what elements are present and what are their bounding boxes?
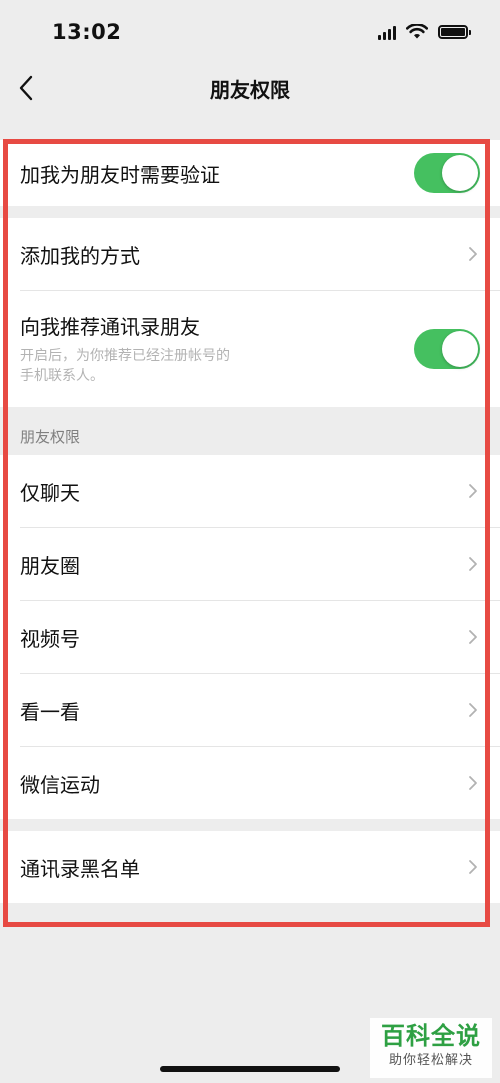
chevron-right-icon: [469, 703, 477, 717]
watermark-logo: 百科全说 助你轻松解决: [370, 1018, 492, 1078]
blacklist-group: 通讯录黑名单: [0, 831, 500, 903]
permission-item-channels[interactable]: 视频号: [0, 601, 500, 673]
add-methods-row[interactable]: 添加我的方式: [0, 218, 500, 290]
status-icons: [378, 24, 471, 40]
require-verification-label: 加我为朋友时需要验证: [20, 162, 220, 187]
chevron-right-icon: [469, 630, 477, 644]
recommend-contacts-label: 向我推荐通讯录朋友: [20, 315, 200, 339]
permission-item-label: 仅聊天: [20, 480, 80, 505]
add-methods-label: 添加我的方式: [20, 243, 140, 268]
permission-item-chat-only[interactable]: 仅聊天: [0, 455, 500, 527]
permission-item-moments[interactable]: 朋友圈: [0, 528, 500, 600]
home-indicator[interactable]: [160, 1066, 340, 1072]
recommend-contacts-description: 开启后，为你推荐已经注册帐号的 手机联系人。: [20, 348, 230, 384]
permission-item-label: 微信运动: [20, 772, 100, 797]
permissions-group: 仅聊天 朋友圈 视频号 看一看 微信运动: [0, 455, 500, 819]
chevron-right-icon: [469, 247, 477, 261]
recommend-contacts-toggle[interactable]: [414, 329, 480, 369]
navigation-bar: 朋友权限: [0, 66, 500, 112]
battery-icon: [438, 25, 471, 39]
watermark-title: 百科全说: [381, 1022, 481, 1050]
permission-item-label: 视频号: [20, 626, 80, 651]
cellular-signal-icon: [378, 25, 396, 40]
require-verification-row: 加我为朋友时需要验证: [0, 140, 500, 206]
permission-item-label: 看一看: [20, 699, 80, 724]
permission-item-top-stories[interactable]: 看一看: [0, 674, 500, 746]
chevron-right-icon: [469, 860, 477, 874]
section-gap: [0, 206, 500, 218]
blacklist-row[interactable]: 通讯录黑名单: [0, 831, 500, 903]
watermark-subtitle: 助你轻松解决: [388, 1053, 473, 1068]
permissions-section-title: 朋友权限: [20, 428, 81, 446]
recommend-contacts-row: 向我推荐通讯录朋友 开启后，为你推荐已经注册帐号的 手机联系人。: [0, 291, 500, 407]
section-gap: [0, 819, 500, 831]
permission-item-label: 朋友圈: [20, 553, 80, 578]
permission-item-werun[interactable]: 微信运动: [0, 747, 500, 819]
status-bar: 13:02: [0, 0, 500, 66]
status-time: 13:02: [52, 20, 122, 44]
wifi-icon: [406, 24, 428, 39]
require-verification-toggle[interactable]: [414, 153, 480, 193]
chevron-right-icon: [469, 776, 477, 790]
verify-group: 加我为朋友时需要验证: [0, 140, 500, 206]
blacklist-label: 通讯录黑名单: [20, 856, 140, 881]
page-title: 朋友权限: [210, 78, 290, 102]
section-header: 朋友权限: [0, 407, 500, 455]
chevron-right-icon: [469, 557, 477, 571]
add-group: 添加我的方式 向我推荐通讯录朋友 开启后，为你推荐已经注册帐号的 手机联系人。: [0, 218, 500, 407]
chevron-right-icon: [469, 484, 477, 498]
settings-list: 加我为朋友时需要验证 添加我的方式 向我推荐通讯录朋友 开启后，为你推荐已经注册…: [0, 140, 500, 903]
